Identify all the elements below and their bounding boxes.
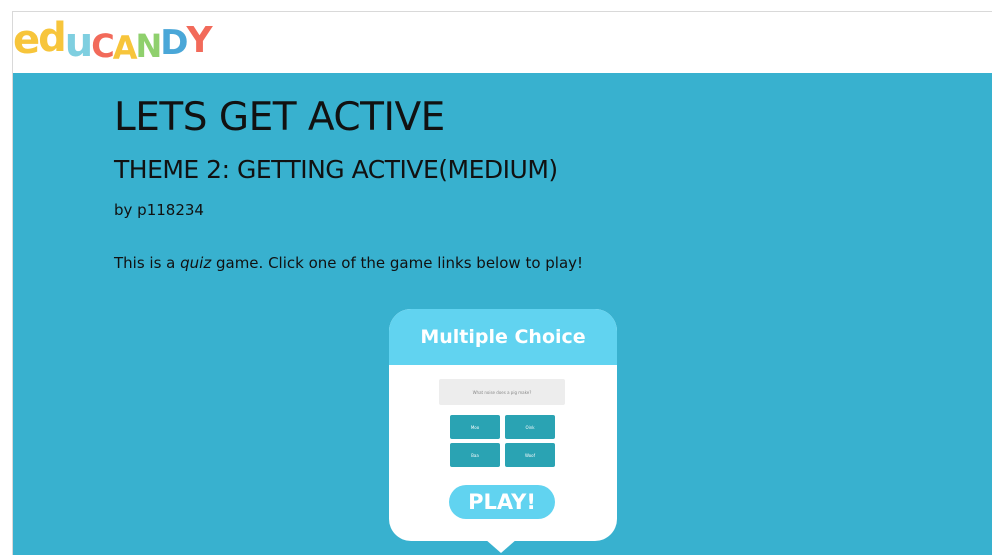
top-bar: e d u C A N D Y [13, 12, 992, 73]
preview-answers-grid: Moo Oink Baa Woof [450, 415, 555, 467]
preview-answer-tile: Moo [450, 415, 500, 439]
card-pointer-tail [485, 539, 517, 553]
logo-letter: C [91, 27, 115, 65]
preview-answer-tile: Baa [450, 443, 500, 467]
page-frame: e d u C A N D Y LETS GET ACTIVE THEME 2:… [12, 11, 992, 555]
logo-letter: d [38, 15, 67, 61]
game-description: This is a quiz game. Click one of the ga… [114, 254, 583, 272]
logo-letter: e [13, 17, 40, 63]
description-end: game. Click one of the game links below … [211, 254, 584, 272]
main-content: LETS GET ACTIVE THEME 2: GETTING ACTIVE(… [13, 73, 992, 555]
page-subtitle: THEME 2: GETTING ACTIVE(MEDIUM) [114, 155, 558, 184]
author-byline: by p118234 [114, 201, 204, 219]
educandy-logo[interactable]: e d u C A N D Y [13, 15, 213, 67]
multiple-choice-game-card[interactable]: Multiple Choice What noise does a pig ma… [389, 309, 617, 553]
preview-answer-tile: Woof [505, 443, 555, 467]
author-link[interactable]: p118234 [137, 201, 204, 219]
logo-letter: Y [186, 19, 213, 61]
logo-letter: D [160, 23, 188, 63]
byline-prefix: by [114, 201, 138, 219]
logo-letter: u [64, 20, 94, 66]
page-title: LETS GET ACTIVE [114, 95, 445, 140]
description-start: This is a [114, 254, 181, 272]
play-button[interactable]: PLAY! [449, 485, 555, 519]
preview-answer-tile: Oink [505, 415, 555, 439]
logo-letter: N [135, 27, 163, 65]
preview-question-box: What noise does a pig make? [439, 379, 565, 405]
card-header: Multiple Choice [389, 309, 617, 365]
game-type: quiz [180, 254, 212, 272]
logo-letter: A [112, 29, 138, 67]
